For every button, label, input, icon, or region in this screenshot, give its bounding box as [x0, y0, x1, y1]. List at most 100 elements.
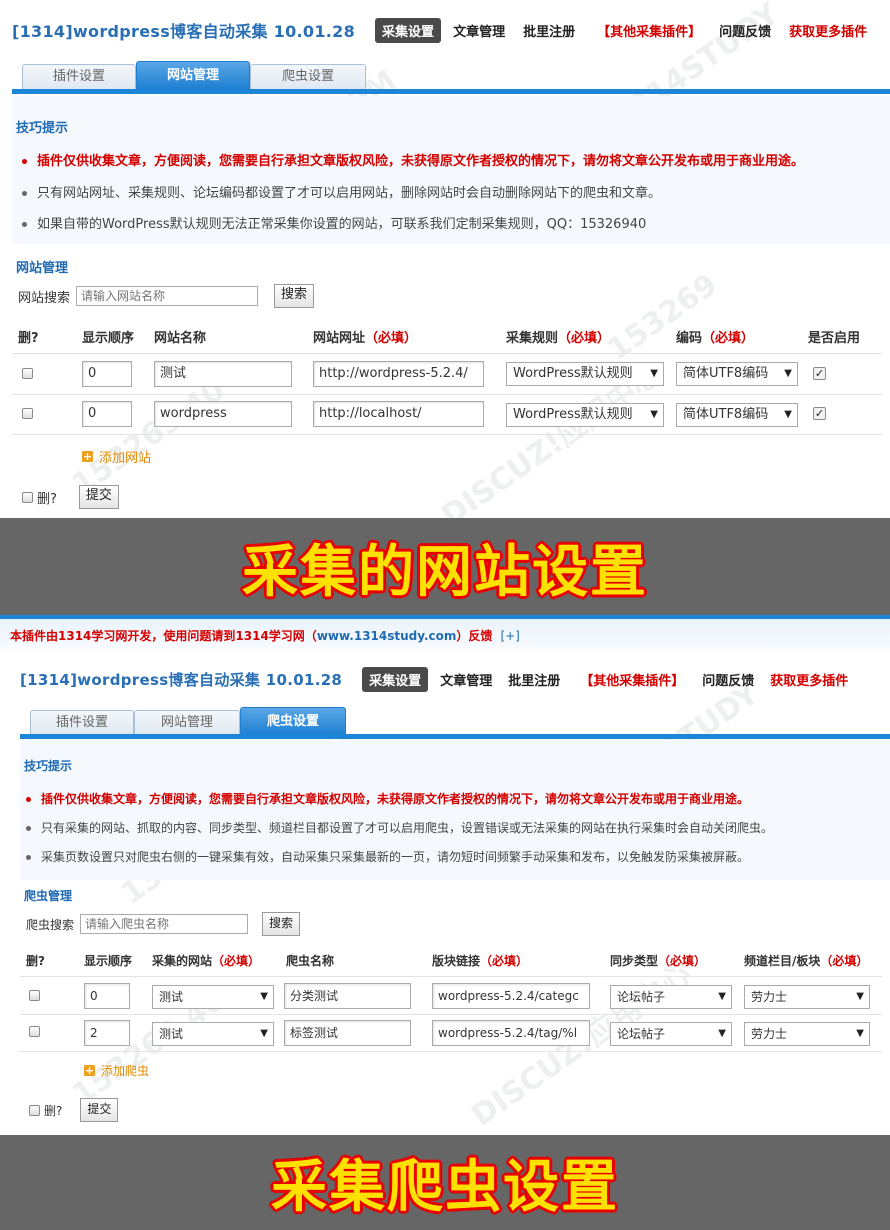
board-link-input[interactable]: wordpress-5.2.4/tag/%l — [432, 1020, 590, 1046]
crawler-name-input[interactable]: 分类测试 — [284, 983, 411, 1009]
site-select[interactable]: 测试 ▼ — [152, 1022, 274, 1046]
order-input[interactable]: 2 — [84, 1020, 130, 1046]
nav-other-plugins[interactable]: 【其他采集插件】 — [580, 670, 684, 689]
nav-article-management[interactable]: 文章管理 — [440, 670, 492, 689]
bulk-delete-checkbox[interactable] — [22, 491, 33, 503]
submit-button[interactable]: 提交 — [78, 485, 119, 509]
sync-type-select[interactable]: 论坛帖子 ▼ — [610, 1022, 732, 1046]
bulk-delete-checkbox[interactable] — [29, 1104, 40, 1116]
tip-item: 只有采集的网站、抓取的内容、同步类型、频道栏目都设置了才可以启用爬虫，设置错误或… — [26, 819, 773, 836]
plus-icon: + — [82, 450, 93, 463]
col-header-board-link: 版块链接（必填） — [432, 954, 529, 968]
search-label: 网站搜索 — [18, 290, 71, 306]
nav-article-management[interactable]: 文章管理 — [453, 21, 505, 40]
rule-select[interactable]: WordPress默认规则 ▼ — [506, 403, 664, 427]
top-nav-bar: [1314]wordpress博客自动采集 10.01.28 采集设置 文章管理… — [20, 664, 848, 694]
bulk-delete-label: 删? — [37, 491, 57, 507]
notice-bar: 本插件由1314学习网开发，使用问题请到1314学习网（www.1314stud… — [0, 619, 890, 649]
nav-feedback[interactable]: 问题反馈 — [719, 21, 771, 40]
caption-text: 采集爬虫设置 — [271, 1155, 619, 1220]
encoding-select[interactable]: 简体UTF8编码 ▼ — [676, 403, 798, 427]
row-delete-checkbox[interactable] — [22, 408, 33, 419]
search-row: 爬虫搜索 搜索 — [26, 912, 301, 936]
chevron-down-icon: ▼ — [260, 1028, 268, 1039]
tip-item: 插件仅供收集文章，方便阅读，您需要自行承担文章版权风险，未获得原文作者授权的情况… — [26, 790, 749, 807]
search-button[interactable]: 搜索 — [262, 912, 301, 936]
row-divider — [12, 434, 882, 435]
tab-plugin-settings[interactable]: 插件设置 — [30, 710, 134, 735]
search-label: 爬虫搜索 — [26, 917, 75, 932]
col-header-encoding: 编码（必填） — [676, 331, 755, 346]
bulk-delete-row: 删? 提交 — [29, 1098, 119, 1122]
tip-item: 采集页数设置只对爬虫右侧的一键采集有效，自动采集只采集最新的一页，请勿短时间频繁… — [26, 848, 749, 865]
chevron-down-icon: ▼ — [650, 409, 658, 420]
enabled-checkbox[interactable]: ✓ — [813, 367, 826, 380]
tip-item: 如果自带的WordPress默认规则无法正常采集你设置的网站，可联系我们定制采集… — [22, 213, 646, 232]
chevron-down-icon: ▼ — [260, 991, 268, 1002]
order-input[interactable]: 0 — [84, 983, 130, 1009]
rule-select[interactable]: WordPress默认规则 ▼ — [506, 362, 664, 386]
sync-type-select[interactable]: 论坛帖子 ▼ — [610, 985, 732, 1009]
bulk-delete-label: 删? — [44, 1103, 63, 1118]
order-input[interactable]: 0 — [82, 401, 132, 427]
chevron-down-icon: ▼ — [784, 409, 792, 420]
site-name-input[interactable]: 测试 — [154, 361, 292, 387]
crawler-name-input[interactable]: 标签测试 — [284, 1020, 411, 1046]
top-nav-bar: [1314]wordpress博客自动采集 10.01.28 采集设置 文章管理… — [12, 15, 867, 45]
tab-crawler-settings[interactable]: 爬虫设置 — [240, 707, 346, 735]
add-site-link[interactable]: + 添加网站 — [82, 447, 151, 466]
site-url-input[interactable]: http://localhost/ — [313, 401, 484, 427]
tab-bar: 插件设置 网站管理 爬虫设置 — [30, 707, 370, 736]
col-header-site: 采集的网站（必填） — [152, 954, 261, 968]
nav-more-plugins[interactable]: 获取更多插件 — [789, 21, 867, 40]
row-divider — [12, 394, 882, 395]
plus-icon: + — [84, 1064, 95, 1077]
col-header-site-name: 网站名称 — [154, 331, 207, 346]
col-header-enabled: 是否启用 — [808, 331, 861, 346]
enabled-checkbox[interactable]: ✓ — [813, 407, 826, 420]
search-input[interactable] — [76, 286, 259, 306]
bulk-delete-row: 删? 提交 — [22, 485, 119, 509]
col-header-rule: 采集规则（必填） — [506, 331, 611, 346]
nav-more-plugins[interactable]: 获取更多插件 — [770, 670, 848, 689]
row-delete-checkbox[interactable] — [22, 368, 33, 379]
tab-site-management[interactable]: 网站管理 — [134, 710, 240, 735]
col-header-delete: 删? — [26, 954, 45, 968]
add-crawler-link[interactable]: + 添加爬虫 — [84, 1062, 149, 1079]
order-input[interactable]: 0 — [82, 361, 132, 387]
col-header-channel: 频道栏目/板块（必填） — [744, 954, 869, 968]
nav-batch-register[interactable]: 批里注册 — [523, 21, 575, 40]
channel-select[interactable]: 劳力士 ▼ — [744, 985, 870, 1009]
col-header-sync-type: 同步类型（必填） — [610, 954, 707, 968]
row-delete-checkbox[interactable] — [29, 1026, 40, 1037]
board-link-input[interactable]: wordpress-5.2.4/categc — [432, 983, 590, 1009]
nav-collect-settings[interactable]: 采集设置 — [362, 666, 429, 692]
row-divider — [20, 1014, 882, 1015]
crawler-settings-panel: [1314]wordpress博客自动采集 10.01.28 采集设置 文章管理… — [0, 650, 890, 1165]
site-url-input[interactable]: http://wordpress-5.2.4/ — [313, 361, 484, 387]
search-input[interactable] — [80, 914, 249, 934]
tab-crawler-settings[interactable]: 爬虫设置 — [250, 64, 366, 89]
site-select[interactable]: 测试 ▼ — [152, 985, 274, 1009]
tip-item: 插件仅供收集文章，方便阅读，您需要自行承担文章版权风险，未获得原文作者授权的情况… — [22, 150, 804, 169]
row-delete-checkbox[interactable] — [29, 990, 40, 1001]
nav-collect-settings[interactable]: 采集设置 — [375, 17, 442, 43]
notice-expand-link[interactable]: [+] — [500, 629, 519, 643]
encoding-select[interactable]: 简体UTF8编码 ▼ — [676, 362, 798, 386]
site-name-input[interactable]: wordpress — [154, 401, 292, 427]
tab-plugin-settings[interactable]: 插件设置 — [22, 64, 136, 89]
submit-button[interactable]: 提交 — [80, 1098, 119, 1122]
tips-title: 技巧提示 — [24, 759, 73, 773]
nav-other-plugins[interactable]: 【其他采集插件】 — [597, 21, 701, 40]
nav-batch-register[interactable]: 批里注册 — [508, 670, 560, 689]
tab-underline — [12, 89, 890, 94]
app-title: [1314]wordpress博客自动采集 10.01.28 — [20, 670, 343, 689]
search-button[interactable]: 搜索 — [274, 284, 315, 308]
site-settings-panel: [1314]wordpress博客自动采集 10.01.28 采集设置 文章管理… — [0, 0, 890, 518]
nav-feedback[interactable]: 问题反馈 — [702, 670, 754, 689]
chevron-down-icon: ▼ — [856, 1028, 864, 1039]
channel-select[interactable]: 劳力士 ▼ — [744, 1022, 870, 1046]
tab-site-management[interactable]: 网站管理 — [136, 61, 250, 89]
caption-text: 采集的网站设置 — [242, 539, 648, 605]
row-divider — [20, 976, 882, 977]
